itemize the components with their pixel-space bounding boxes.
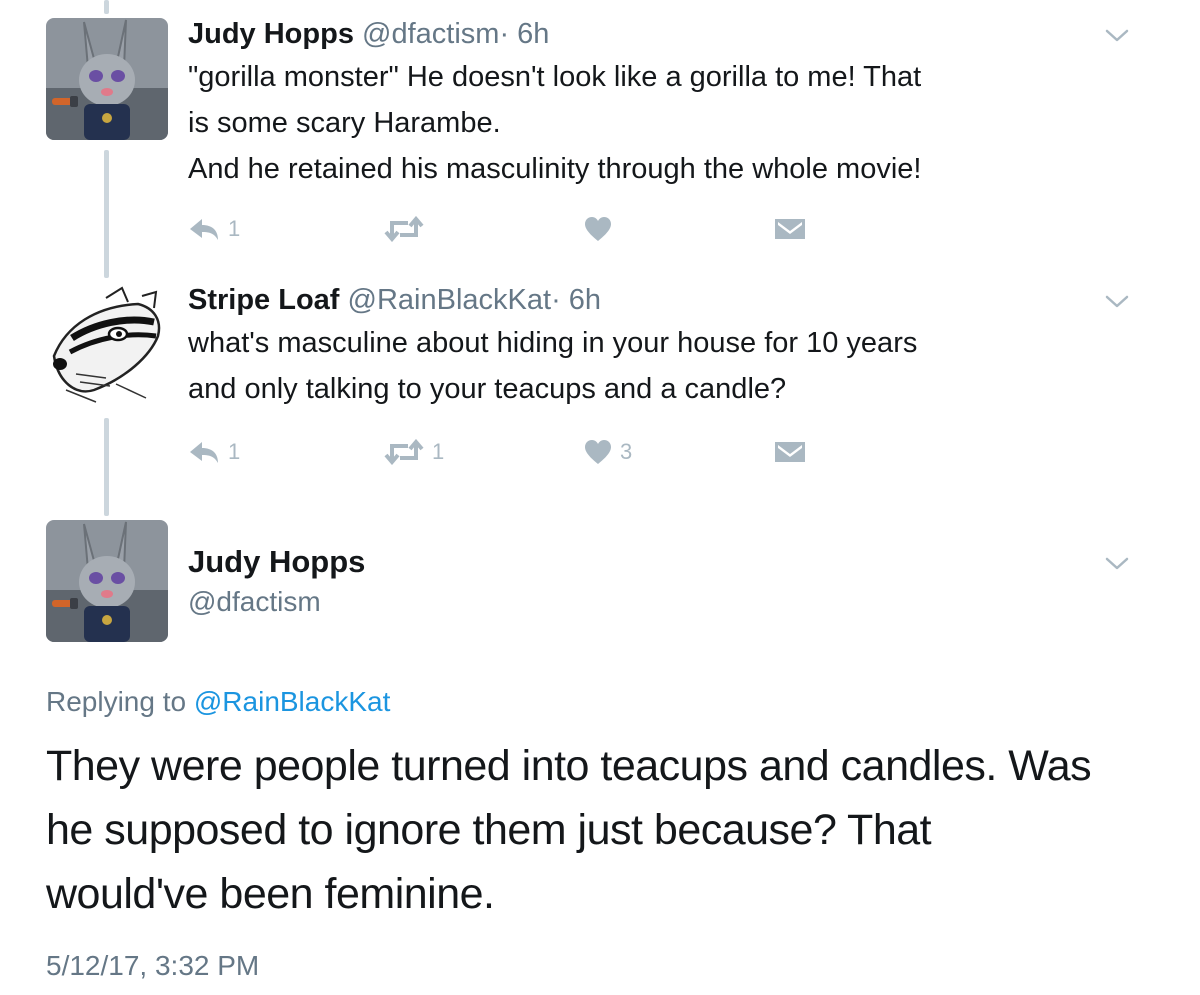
judy-hopps-avatar-icon (46, 18, 168, 140)
avatar[interactable] (46, 18, 168, 140)
envelope-icon (775, 219, 805, 239)
tweet-text-line: and only talking to your teacups and a c… (188, 373, 787, 405)
like-button[interactable] (584, 216, 620, 242)
tweet-text-line: what's masculine about hiding in your ho… (188, 327, 918, 359)
retweet-icon (384, 216, 424, 242)
username[interactable]: @dfactism (362, 18, 499, 50)
reply-icon (190, 442, 218, 463)
tweet-actions: 1 1 3 (188, 439, 828, 469)
reply-icon (190, 219, 218, 240)
reply-button[interactable]: 1 (188, 216, 240, 242)
avatar[interactable] (46, 520, 168, 642)
chevron-down-icon[interactable] (1104, 556, 1130, 572)
replying-to-label: Replying to (46, 686, 187, 717)
envelope-icon (775, 442, 805, 462)
tweet-content[interactable]: Judy Hopps @dfactism· 6h "gorilla monste… (188, 16, 1140, 192)
heart-icon (585, 440, 611, 464)
display-name[interactable]: Stripe Loaf (188, 284, 339, 316)
tweet-text-line: is some scary Harambe. (188, 107, 501, 139)
retweet-button[interactable] (384, 216, 432, 242)
thread-connector (104, 150, 109, 278)
replying-to: Replying to @RainBlackKat (46, 686, 390, 718)
chevron-down-icon[interactable] (1104, 28, 1130, 44)
tweet-time[interactable]: · 6h (499, 18, 549, 50)
main-tweet-text: They were people turned into teacups and… (46, 734, 1136, 926)
mention-link[interactable]: @RainBlackKat (194, 686, 391, 717)
username[interactable]: @RainBlackKat (348, 284, 552, 316)
tweet-content[interactable]: Stripe Loaf @RainBlackKat· 6h what's mas… (188, 282, 1140, 412)
display-name[interactable]: Judy Hopps (188, 544, 365, 580)
tweet-actions: 1 (188, 216, 828, 246)
tweet-timestamp[interactable]: 5/12/17, 3:32 PM (46, 950, 259, 982)
display-name[interactable]: Judy Hopps (188, 18, 354, 50)
badger-sketch-avatar-icon (46, 286, 168, 408)
judy-hopps-avatar-icon (46, 520, 168, 642)
username[interactable]: @dfactism (188, 586, 321, 618)
tweet-text: what's masculine about hiding in your ho… (188, 320, 1140, 412)
retweet-icon (384, 439, 424, 465)
like-button[interactable]: 3 (584, 439, 632, 465)
tweet-text-line: would've been feminine. (46, 870, 495, 918)
reply-count: 1 (228, 216, 241, 241)
chevron-down-icon[interactable] (1104, 294, 1130, 310)
like-count: 3 (620, 439, 633, 464)
tweet-time[interactable]: · 6h (551, 284, 601, 316)
tweet-thread: Judy Hopps @dfactism· 6h "gorilla monste… (0, 0, 1200, 995)
tweet-text: "gorilla monster" He doesn't look like a… (188, 54, 1140, 192)
reply-count: 1 (228, 439, 241, 464)
tweet-text-line: "gorilla monster" He doesn't look like a… (188, 61, 922, 93)
direct-message-button[interactable] (774, 216, 806, 242)
thread-connector (104, 0, 109, 14)
reply-button[interactable]: 1 (188, 439, 240, 465)
tweet-header: Stripe Loaf @RainBlackKat· 6h (188, 282, 1140, 318)
retweet-count: 1 (432, 439, 445, 464)
heart-icon (585, 217, 611, 241)
direct-message-button[interactable] (774, 439, 806, 465)
avatar[interactable] (46, 286, 168, 408)
tweet-header: Judy Hopps @dfactism· 6h (188, 16, 1140, 52)
tweet-text-line: And he retained his masculinity through … (188, 153, 922, 185)
retweet-button[interactable]: 1 (384, 439, 444, 465)
tweet-text-line: They were people turned into teacups and… (46, 742, 1092, 790)
tweet-text-line: he supposed to ignore them just because?… (46, 806, 932, 854)
thread-connector (104, 418, 109, 516)
